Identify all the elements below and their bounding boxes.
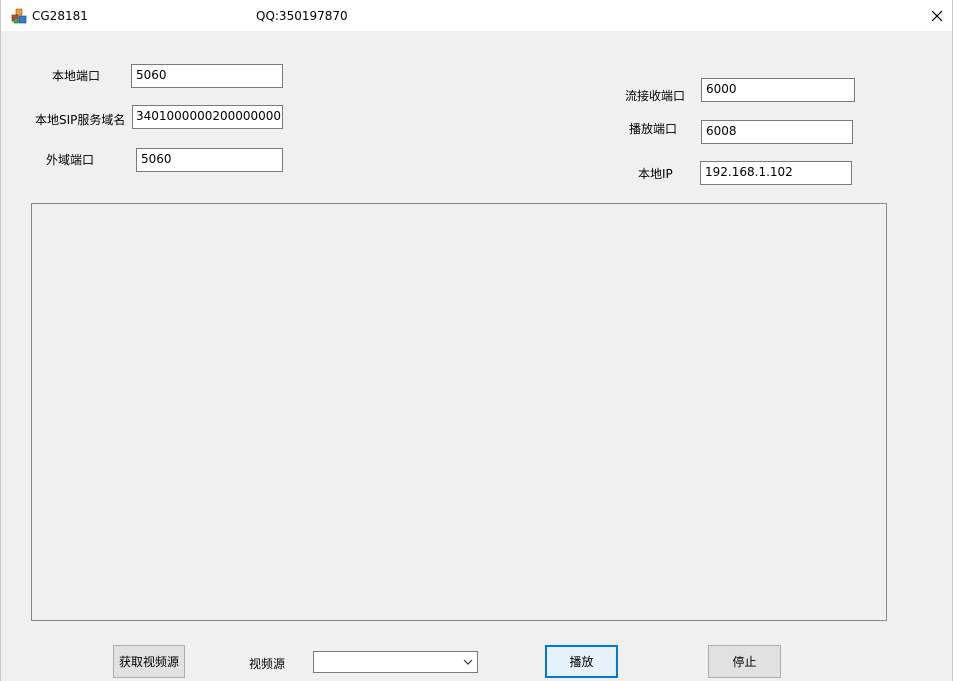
external-port-label: 外域端口 <box>46 153 95 167</box>
stream-recv-port-input[interactable]: 6000 <box>701 78 855 102</box>
video-source-select[interactable] <box>313 651 478 673</box>
get-video-source-button[interactable]: 获取视频源 <box>113 645 185 678</box>
window-title: CG28181 <box>32 9 88 23</box>
video-source-label: 视频源 <box>249 657 286 671</box>
window-subtitle-qq: QQ:350197870 <box>256 9 348 23</box>
app-cubes-icon <box>11 8 27 24</box>
play-port-input[interactable]: 6008 <box>701 120 853 144</box>
external-port-input[interactable]: 5060 <box>136 148 283 172</box>
local-ip-input[interactable]: 192.168.1.102 <box>700 161 852 185</box>
local-port-input[interactable]: 5060 <box>131 64 283 88</box>
title-bar[interactable]: CG28181 QQ:350197870 <box>1 0 952 31</box>
video-display-panel[interactable] <box>31 203 887 621</box>
close-icon <box>931 10 943 21</box>
stop-button[interactable]: 停止 <box>708 645 781 678</box>
local-sip-domain-label: 本地SIP服务域名 <box>35 113 126 127</box>
local-ip-label: 本地IP <box>638 167 673 181</box>
close-button[interactable] <box>922 0 952 31</box>
main-window: CG28181 QQ:350197870 本地端口 5060 本地SIP服务域名… <box>0 0 953 681</box>
play-button[interactable]: 播放 <box>545 645 618 678</box>
local-sip-domain-input[interactable]: 34010000002000000001 <box>132 105 283 129</box>
chevron-down-icon <box>463 659 473 665</box>
local-port-label: 本地端口 <box>52 69 101 83</box>
play-port-label: 播放端口 <box>629 122 678 136</box>
stream-recv-port-label: 流接收端口 <box>625 89 686 103</box>
